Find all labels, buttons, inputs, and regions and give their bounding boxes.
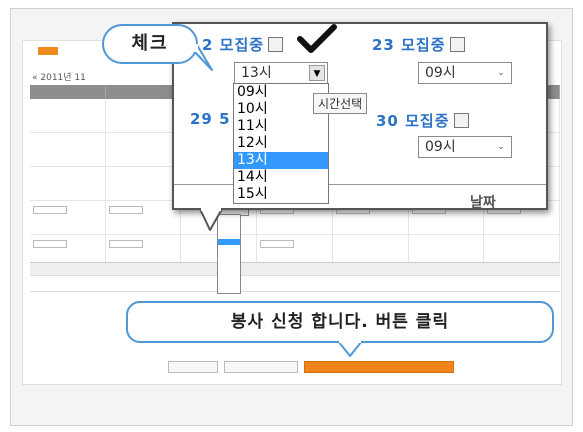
slot-23-header: 23 모집중 bbox=[372, 34, 465, 55]
slot-30-label: 30 모집중 bbox=[376, 112, 450, 130]
chevron-down-icon[interactable]: ⌄ bbox=[493, 139, 509, 155]
summary-row bbox=[30, 276, 560, 292]
calendar-day-cell[interactable] bbox=[106, 133, 182, 166]
reset-button[interactable] bbox=[224, 361, 298, 373]
weekday-cell bbox=[106, 85, 182, 99]
slot-30-checkbox[interactable] bbox=[453, 113, 469, 128]
time-select-mini[interactable] bbox=[260, 240, 295, 248]
dropdown-option[interactable] bbox=[218, 287, 240, 293]
chevron-down-icon[interactable]: ⌄ bbox=[493, 65, 509, 81]
slot-23-checkbox[interactable] bbox=[449, 37, 465, 52]
calendar-day-cell[interactable] bbox=[30, 167, 106, 200]
slot-23-time-value: 09시 bbox=[425, 65, 456, 81]
calendar-slot-cell[interactable] bbox=[106, 201, 182, 234]
slot-30-time-value: 09시 bbox=[425, 139, 456, 155]
time-select-mini[interactable] bbox=[108, 240, 143, 248]
back-button[interactable] bbox=[168, 361, 218, 373]
slot-22-checkbox[interactable] bbox=[268, 37, 284, 52]
popup-pointer-tail bbox=[199, 208, 223, 231]
slot-29-label: 29 5 bbox=[190, 110, 231, 128]
calendar-day-cell[interactable] bbox=[106, 167, 182, 200]
dropdown-option[interactable]: 14시 bbox=[234, 169, 328, 186]
callout-check-tail bbox=[192, 44, 213, 71]
category-tag bbox=[38, 47, 58, 55]
weekday-cell bbox=[30, 85, 106, 99]
summary-cell bbox=[30, 276, 120, 291]
time-select-tooltip: 시간선택 bbox=[313, 93, 368, 114]
slot-23-time-select[interactable]: 09시 ⌄ bbox=[418, 62, 512, 84]
dropdown-option[interactable]: 12시 bbox=[234, 135, 328, 152]
summary-header bbox=[30, 263, 560, 276]
slot-22-time-select[interactable]: 13시 ▼ bbox=[234, 62, 328, 84]
dropdown-option-selected[interactable]: 13시 bbox=[234, 152, 328, 169]
calendar-day-cell[interactable] bbox=[106, 99, 182, 132]
slot-23-label: 23 모집중 bbox=[372, 36, 446, 54]
date-column-label: 날짜 bbox=[470, 195, 496, 211]
checkmark-icon bbox=[297, 24, 337, 53]
calendar-slot-cell[interactable] bbox=[30, 201, 106, 234]
summary-cell bbox=[120, 276, 560, 291]
callout-check: 체크 bbox=[102, 24, 198, 64]
action-button-bar bbox=[168, 361, 454, 373]
slot-30-header: 30 모집중 bbox=[376, 110, 469, 131]
time-select-mini[interactable] bbox=[33, 206, 67, 214]
callout-apply-tail bbox=[337, 340, 363, 357]
slot-22-time-value: 13시 bbox=[241, 65, 272, 81]
slot-30-time-select[interactable]: 09시 ⌄ bbox=[418, 136, 512, 158]
month-navigation[interactable]: « 2011년 11 bbox=[32, 70, 86, 83]
summary-header-cell bbox=[120, 263, 560, 275]
zoom-popup: 2 모집중 23 모집중 13시 ▼ 09시 ⌄ 29 5 30 모집중 09시… bbox=[172, 22, 548, 210]
chevron-down-icon[interactable]: ▼ bbox=[309, 65, 325, 81]
callout-apply: 봉사 신청 합니다. 버튼 클릭 bbox=[126, 301, 554, 343]
dropdown-option[interactable]: 11시 bbox=[234, 118, 328, 135]
calendar-day-cell[interactable] bbox=[30, 133, 106, 166]
summary-header-cell bbox=[30, 263, 120, 275]
time-select-mini[interactable] bbox=[33, 240, 67, 248]
application-summary-table bbox=[30, 262, 560, 292]
apply-volunteer-button[interactable] bbox=[304, 361, 454, 373]
popup-divider bbox=[174, 184, 546, 185]
dropdown-option[interactable]: 15시 bbox=[234, 186, 328, 203]
time-select-mini[interactable] bbox=[108, 206, 143, 214]
calendar-day-cell[interactable] bbox=[30, 99, 106, 132]
category-tag-label bbox=[60, 46, 63, 55]
slot-29-header: 29 5 bbox=[190, 110, 231, 128]
